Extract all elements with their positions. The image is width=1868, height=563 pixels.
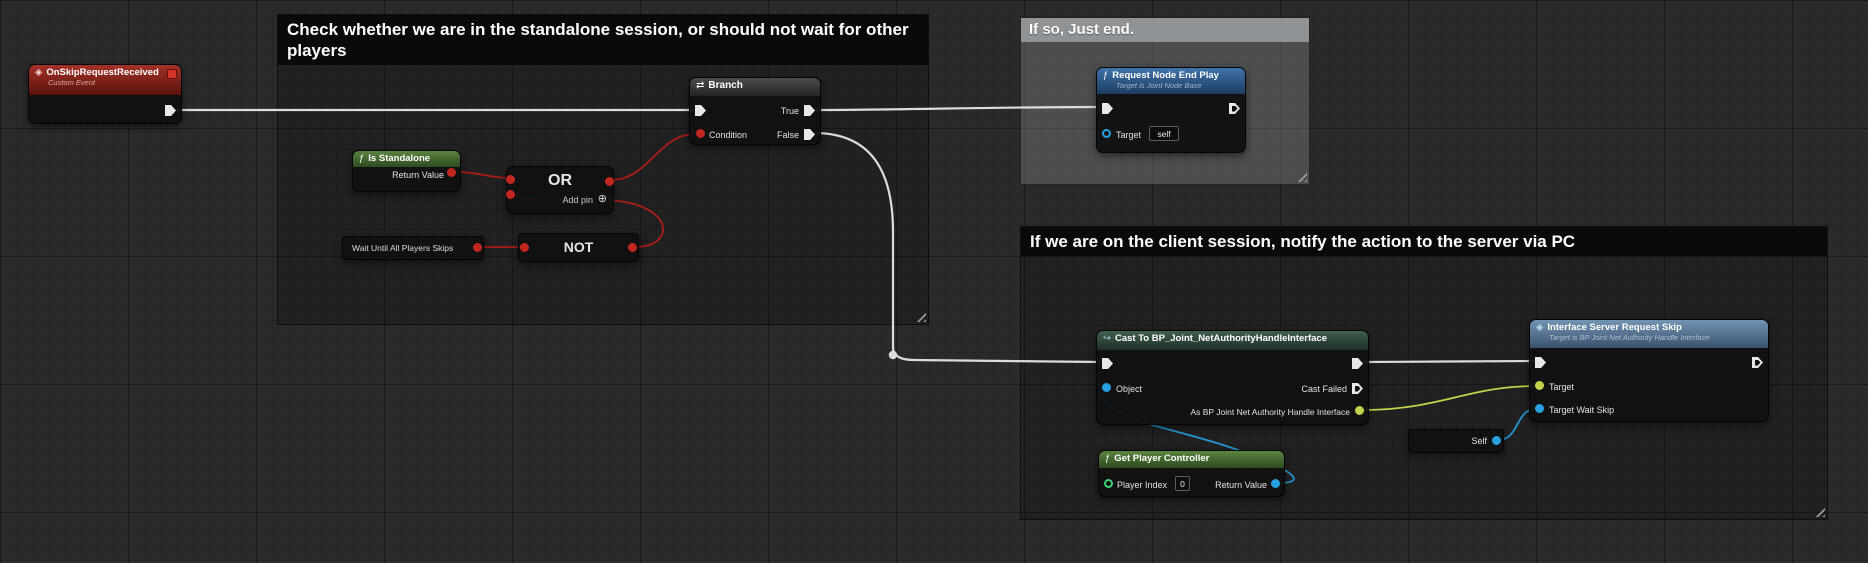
- node-request-node-end-play[interactable]: ƒ Request Node End Play Target is Joint N…: [1096, 67, 1246, 153]
- as-interface-label: As BP Joint Net Authority Handle Interfa…: [1190, 407, 1350, 417]
- wire-exec-cast-to-interface[interactable]: [1362, 361, 1536, 362]
- wire-exec-false-to-cast[interactable]: [814, 133, 1101, 362]
- value-out-pin[interactable]: [473, 243, 482, 252]
- node-subtitle: Custom Event: [48, 78, 175, 87]
- blueprint-graph[interactable]: Check whether we are in the standalone s…: [0, 0, 1868, 563]
- not-title: NOT: [519, 239, 638, 255]
- reroute-node[interactable]: [889, 351, 897, 359]
- target-wait-skip-pin[interactable]: [1535, 404, 1544, 413]
- event-icon: ◈: [35, 67, 42, 78]
- node-title: Cast To BP_Joint_NetAuthorityHandleInter…: [1115, 333, 1327, 344]
- node-title: Self: [1471, 436, 1487, 446]
- wire-interface-as-to-target[interactable]: [1362, 386, 1536, 410]
- exec-in-pin[interactable]: [1102, 358, 1113, 369]
- interface-icon: ◈: [1536, 322, 1543, 333]
- node-subtitle: Target is Joint Node Base: [1116, 81, 1239, 90]
- node-title: Interface Server Request Skip: [1547, 322, 1682, 333]
- node-or[interactable]: OR Add pin ⊕: [506, 166, 614, 214]
- return-value-pin[interactable]: [447, 168, 456, 177]
- function-icon: ƒ: [1103, 70, 1108, 81]
- node-self[interactable]: Self: [1408, 429, 1504, 453]
- as-interface-pin[interactable]: [1355, 406, 1364, 415]
- self-out-pin[interactable]: [1492, 436, 1501, 445]
- wire-bool-or-to-condition[interactable]: [611, 134, 693, 180]
- object-pin[interactable]: [1102, 383, 1111, 392]
- event-flag-icon: [167, 69, 177, 79]
- node-title: Request Node End Play: [1112, 70, 1219, 81]
- add-pin-icon[interactable]: ⊕: [598, 194, 607, 204]
- exec-out-pin[interactable]: [1229, 103, 1240, 114]
- exec-cast-failed-pin[interactable]: [1352, 383, 1363, 394]
- target-pin-label: Target: [1549, 382, 1574, 392]
- exec-true-pin[interactable]: [804, 105, 815, 116]
- node-is-standalone[interactable]: ƒ Is Standalone Return Value: [352, 150, 461, 192]
- exec-out-pin[interactable]: [1352, 358, 1363, 369]
- exec-out-pin[interactable]: [165, 105, 176, 116]
- object-pin-label: Object: [1116, 384, 1142, 394]
- or-input-b-pin[interactable]: [506, 190, 515, 199]
- exec-false-pin[interactable]: [804, 129, 815, 140]
- wire-layer: [0, 0, 1868, 563]
- branch-icon: ⇄: [696, 80, 704, 91]
- exec-in-pin[interactable]: [695, 105, 706, 116]
- return-value-label: Return Value: [392, 170, 444, 180]
- node-branch[interactable]: ⇄ Branch True Condition False: [689, 77, 821, 145]
- or-output-pin[interactable]: [605, 177, 614, 186]
- target-wait-skip-label: Target Wait Skip: [1549, 405, 1614, 415]
- target-pin[interactable]: [1535, 381, 1544, 390]
- target-pin[interactable]: [1102, 129, 1111, 138]
- node-title: OnSkipRequestReceived: [46, 67, 158, 78]
- not-input-pin[interactable]: [520, 243, 529, 252]
- or-title: OR: [507, 172, 613, 190]
- player-index-pin[interactable]: [1104, 479, 1113, 488]
- node-title: Is Standalone: [368, 153, 430, 164]
- add-pin-label[interactable]: Add pin: [562, 195, 593, 205]
- exec-in-pin[interactable]: [1535, 357, 1546, 368]
- function-icon: ƒ: [359, 153, 364, 164]
- node-interface-server-request-skip[interactable]: ◈ Interface Server Request Skip Target is…: [1529, 319, 1769, 422]
- target-value-input[interactable]: [1149, 126, 1179, 141]
- function-icon: ƒ: [1105, 453, 1110, 464]
- exec-out-pin[interactable]: [1752, 357, 1763, 368]
- not-output-pin[interactable]: [628, 243, 637, 252]
- wire-exec-true-to-endplay[interactable]: [814, 107, 1101, 110]
- or-input-a-pin[interactable]: [506, 175, 515, 184]
- target-pin-label: Target: [1116, 130, 1141, 140]
- cast-icon: ↪: [1103, 333, 1111, 344]
- return-value-label: Return Value: [1215, 480, 1267, 490]
- true-pin-label: True: [781, 106, 799, 116]
- node-cast-to-interface[interactable]: ↪ Cast To BP_Joint_NetAuthorityHandleInte…: [1096, 330, 1369, 425]
- node-not[interactable]: NOT: [518, 233, 639, 262]
- false-pin-label: False: [777, 130, 799, 140]
- return-value-pin[interactable]: [1271, 479, 1280, 488]
- player-index-input[interactable]: [1175, 476, 1190, 491]
- node-on-skip-request-received[interactable]: ◈ OnSkipRequestReceived Custom Event: [28, 64, 182, 124]
- cast-failed-label: Cast Failed: [1301, 384, 1347, 394]
- player-index-label: Player Index: [1117, 480, 1167, 490]
- condition-pin[interactable]: [696, 129, 705, 138]
- node-subtitle: Target is BP Joint Net Authority Handle …: [1549, 333, 1762, 342]
- node-title: Get Player Controller: [1114, 453, 1209, 464]
- node-get-player-controller[interactable]: ƒ Get Player Controller Player Index Retu…: [1098, 450, 1285, 497]
- node-wait-until-all-players-skips[interactable]: Wait Until All Players Skips: [342, 236, 484, 260]
- node-title: Branch: [708, 80, 742, 91]
- wire-bool-standalone-to-or[interactable]: [455, 172, 507, 178]
- condition-pin-label: Condition: [709, 130, 747, 140]
- node-title: Wait Until All Players Skips: [352, 243, 453, 253]
- exec-in-pin[interactable]: [1102, 103, 1113, 114]
